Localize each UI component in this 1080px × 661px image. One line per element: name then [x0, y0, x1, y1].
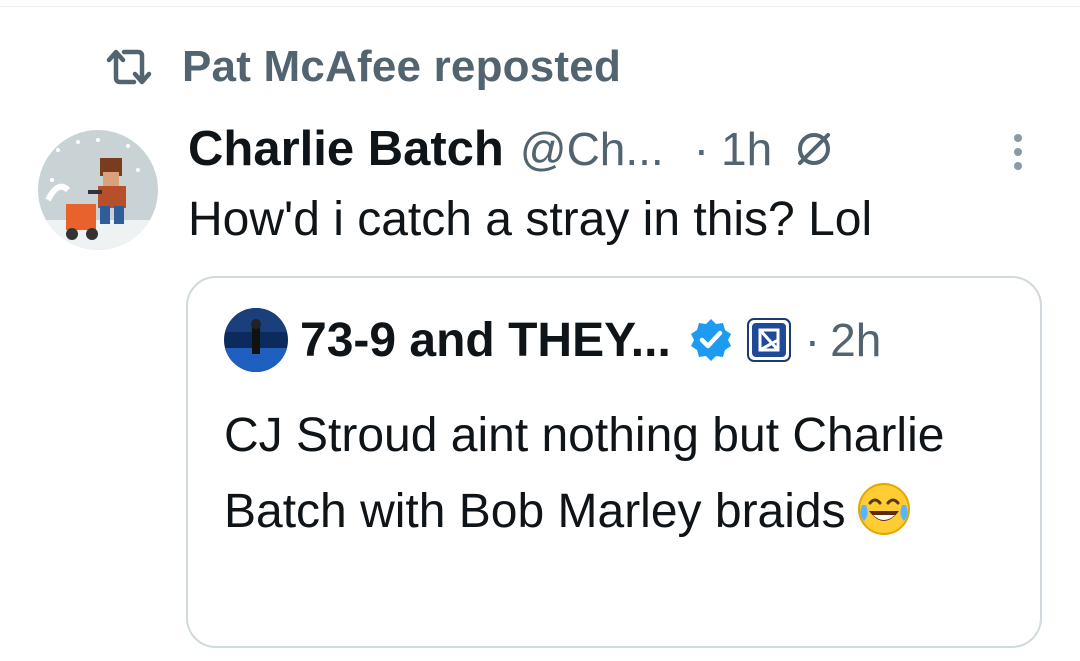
repost-icon: [104, 47, 156, 87]
quote-avatar[interactable]: [224, 308, 288, 372]
quote-header: 73-9 and THEY... · 2h: [224, 308, 881, 372]
separator-dot: ·: [804, 314, 821, 366]
verified-badge-icon[interactable]: [687, 316, 735, 364]
repost-context[interactable]: Pat McAfee reposted: [104, 40, 621, 94]
avatar[interactable]: [38, 130, 158, 250]
quote-text-body: CJ Stroud aint nothing but Charlie Batch…: [224, 409, 945, 538]
top-divider: [0, 6, 1080, 7]
repost-label: Pat McAfee reposted: [182, 42, 622, 91]
separator-dot: ·: [693, 123, 710, 175]
limited-reply-icon[interactable]: [794, 126, 836, 172]
tweet-header: Charlie Batch @Ch... · 1h: [188, 118, 836, 180]
author-name[interactable]: Charlie Batch: [188, 121, 504, 177]
tweet-text: How'd i catch a stray in this? Lol: [188, 193, 873, 246]
quoted-tweet[interactable]: 73-9 and THEY... · 2h CJ Stroud aint not…: [186, 276, 1042, 648]
quote-text: CJ Stroud aint nothing but Charlie Batch…: [224, 398, 1004, 550]
author-handle[interactable]: @Ch...: [520, 122, 664, 176]
timestamp[interactable]: 1h: [721, 122, 772, 176]
face-with-tears-of-joy-icon: [856, 481, 912, 537]
affiliate-badge-icon[interactable]: [745, 316, 793, 364]
quote-timestamp[interactable]: 2h: [830, 313, 881, 367]
more-options-icon[interactable]: [1004, 130, 1032, 174]
quote-author-name[interactable]: 73-9 and THEY...: [300, 313, 671, 368]
